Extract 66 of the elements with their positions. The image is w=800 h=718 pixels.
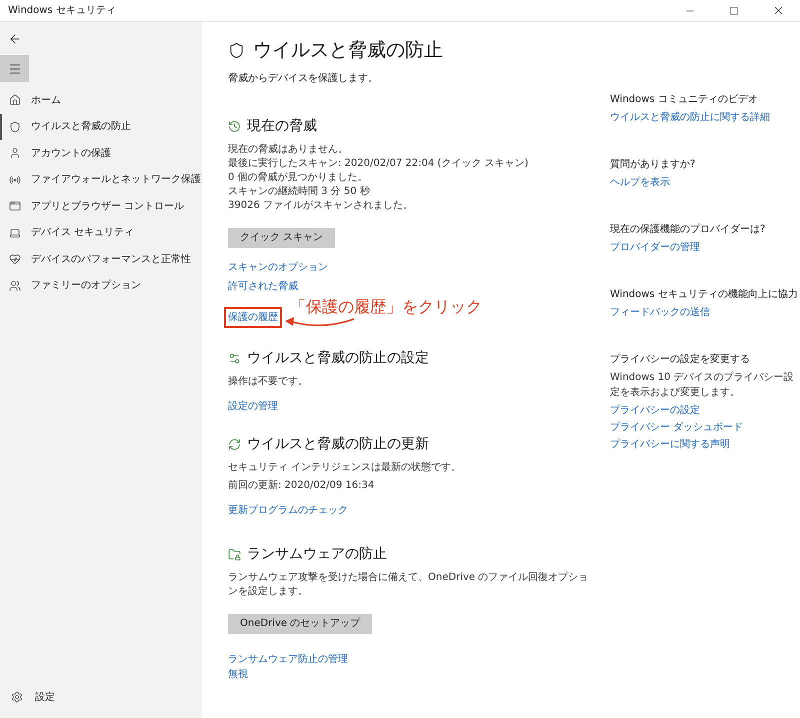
section-title: ウイルスと脅威の防止の設定: [247, 348, 429, 368]
link[interactable]: プロバイダーの管理: [610, 240, 800, 255]
action-button[interactable]: クイック スキャン: [228, 228, 336, 248]
link[interactable]: ヘルプを表示: [610, 175, 800, 190]
section-text: 前回の更新: 2020/02/09 16:34: [228, 478, 376, 492]
link[interactable]: 無視: [228, 666, 248, 682]
section-title: ランサムウェアの防止: [247, 544, 387, 564]
folder-icon: [228, 548, 241, 560]
menu-icon: [8, 62, 22, 76]
section-text: ランサムウェア攻撃を受けた場合に備えて、OneDrive のファイル回復オプションを設定します。: [228, 570, 590, 598]
section-text: 0 個の脅威が見つかりました。: [228, 170, 369, 184]
settings-icon: [11, 691, 23, 703]
link[interactable]: 保護の履歴: [224, 306, 282, 328]
shield-icon: [9, 120, 21, 133]
section-text: 操作は不要です。: [228, 374, 309, 388]
shield-icon: [228, 42, 245, 59]
home-icon: [9, 94, 21, 106]
link[interactable]: 設定の管理: [228, 398, 278, 414]
page-title: ウイルスと脅威の防止: [253, 38, 443, 63]
link[interactable]: プライバシー ダッシュボード: [610, 420, 800, 435]
sidebar-item[interactable]: ファイアウォールとネットワーク保護: [0, 166, 202, 193]
annotation-text: 「保護の履歴」をクリック: [290, 298, 482, 316]
link[interactable]: プライバシーに関する声明: [610, 437, 800, 452]
section-text: 現在の脅威はありません。: [228, 142, 349, 156]
aside-heading: Windows セキュリティの機能向上に協力: [610, 288, 799, 302]
people-icon: [9, 280, 21, 292]
section-title: 現在の脅威: [247, 116, 317, 136]
clock-icon: [228, 120, 241, 132]
sidebar-item[interactable]: デバイス セキュリティ: [0, 220, 202, 246]
link[interactable]: ウイルスと脅威の防止に関する詳細: [610, 110, 800, 125]
antenna-icon: [9, 174, 21, 186]
heart-icon: [9, 253, 21, 266]
sidebar-item[interactable]: アカウントの保護: [0, 140, 202, 166]
page-subtitle: 脅威からデバイスを保護します。: [228, 72, 379, 86]
link[interactable]: プライバシーの設定: [610, 403, 800, 418]
link[interactable]: 許可された脅威: [228, 278, 298, 294]
aside-text: Windows 10 デバイスのプライバシー設定を表示および変更します。: [610, 370, 795, 400]
window-icon: [9, 200, 21, 212]
sidebar-item[interactable]: アプリとブラウザー コントロール: [0, 193, 202, 220]
aside-heading: 質問がありますか?: [610, 158, 696, 172]
refresh-icon: [228, 438, 241, 450]
link[interactable]: スキャンのオプション: [228, 260, 328, 274]
section-text: 最後に実行したスキャン: 2020/02/07 22:04 (クイック スキャン): [228, 156, 530, 170]
sidebar-item[interactable]: ウイルスと脅威の防止: [0, 114, 202, 140]
section-title: ウイルスと脅威の防止の更新: [247, 434, 429, 454]
aside-heading: プライバシーの設定を変更する: [610, 352, 751, 367]
action-button[interactable]: OneDrive のセットアップ: [228, 614, 372, 634]
maximize-icon: [729, 6, 739, 16]
aside-heading: Windows コミュニティのビデオ: [610, 93, 759, 107]
window-title: Windows セキュリティ: [7, 4, 116, 18]
person-icon: [9, 147, 21, 160]
aside-heading: 現在の保護機能のプロバイダーは?: [610, 222, 766, 237]
sidebar-item[interactable]: デバイスのパフォーマンスと正常性: [0, 246, 202, 272]
menu-button[interactable]: [0, 55, 29, 82]
section-text: スキャンの継続時間 3 分 50 秒: [228, 184, 371, 198]
sidebar-item[interactable]: ファミリーのオプション: [0, 272, 202, 299]
laptop-icon: [9, 226, 21, 239]
sidebar-item[interactable]: ホーム: [0, 87, 202, 114]
section-text: 39026 ファイルがスキャンされました。: [228, 198, 414, 212]
link[interactable]: フィードバックの送信: [610, 305, 800, 320]
link[interactable]: 更新プログラムのチェック: [228, 502, 348, 518]
settings-item[interactable]: 設定: [0, 684, 202, 710]
arrow-icon: [284, 316, 356, 328]
section-text: セキュリティ インテリジェンスは最新の状態です。: [228, 460, 462, 474]
link[interactable]: ランサムウェア防止の管理: [228, 652, 348, 666]
back-icon: [8, 32, 22, 46]
